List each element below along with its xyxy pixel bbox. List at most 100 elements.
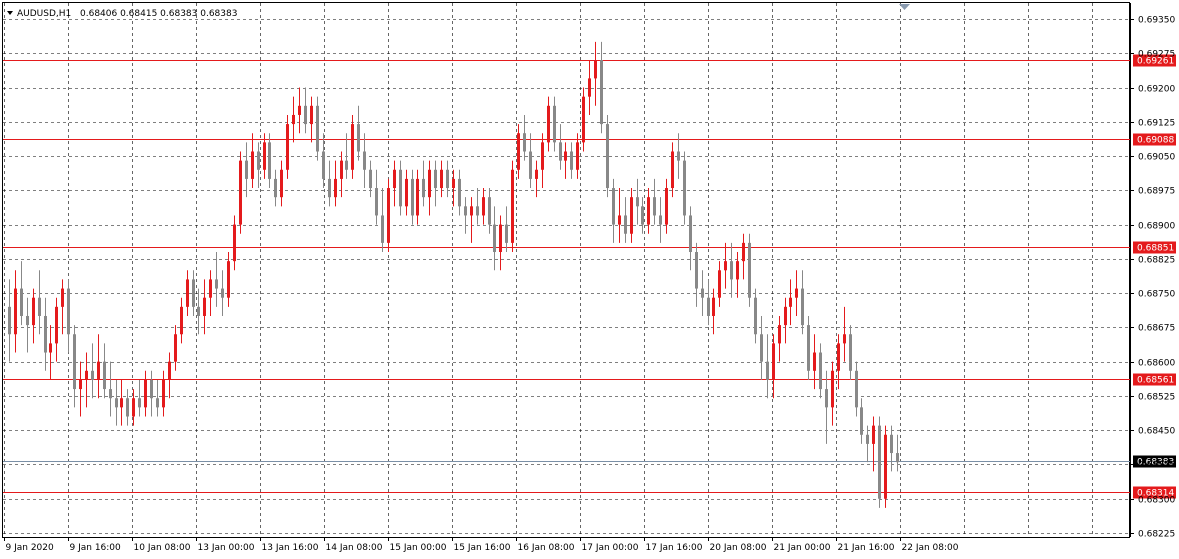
candle-body: [760, 334, 763, 362]
candle-body: [393, 169, 396, 189]
candle-body: [730, 261, 733, 280]
candle-body: [316, 105, 319, 152]
candle-body: [618, 215, 621, 225]
x-tick-label: 21 Jan 00:00: [774, 543, 831, 553]
candle-body: [630, 197, 633, 234]
candle-body: [44, 315, 47, 353]
candle-body: [855, 370, 858, 408]
candle-body: [736, 261, 739, 280]
y-tick-label: 0.69050: [1138, 153, 1175, 163]
candle-body: [162, 379, 165, 408]
y-tick-label: 0.68525: [1138, 393, 1175, 403]
symbol-label: AUDUSD,H1: [17, 9, 71, 19]
y-tick-label: 0.68825: [1138, 256, 1175, 266]
candle-body: [73, 334, 76, 390]
candle-body: [724, 261, 727, 271]
candle-body: [411, 178, 414, 216]
candle-body: [612, 188, 615, 225]
candle-body: [345, 160, 348, 170]
candle-body: [428, 169, 431, 198]
candle-body: [91, 370, 94, 380]
y-tick-label: 0.69275: [1138, 50, 1175, 60]
candle-body: [168, 361, 171, 380]
y-tick-label: 0.68900: [1138, 222, 1175, 232]
candle-body: [215, 279, 218, 289]
candle-body: [766, 361, 769, 380]
candle-body: [434, 169, 437, 189]
candle-body: [718, 270, 721, 298]
candle-body: [85, 370, 88, 380]
candle-body: [55, 306, 58, 344]
candle-body: [535, 169, 538, 179]
candle-body: [286, 124, 289, 170]
x-tick-label: 21 Jan 16:00: [838, 543, 895, 553]
candle-body: [192, 279, 195, 307]
candle-body: [186, 279, 189, 307]
candle-body: [138, 398, 141, 408]
candle-body: [221, 288, 224, 298]
candle-body: [505, 224, 508, 243]
candle-body: [707, 297, 710, 316]
candle-body: [452, 178, 455, 189]
candle-body: [464, 206, 467, 216]
candle-body: [156, 398, 159, 408]
y-tick-label: 0.68375: [1138, 461, 1175, 471]
candle-body: [890, 434, 893, 454]
candle-body: [659, 215, 662, 225]
x-tick-label: 17 Jan 00:00: [582, 543, 639, 553]
candle-body: [274, 178, 277, 198]
x-tick-label: 14 Jan 08:00: [326, 543, 383, 553]
candle-body: [405, 178, 408, 207]
candle-body: [742, 242, 745, 262]
candle-body: [257, 151, 260, 170]
candle-body: [677, 151, 680, 161]
chart-frame: [2, 2, 1130, 538]
candle-body: [239, 160, 242, 225]
candle-body: [624, 215, 627, 234]
candle-body: [292, 114, 295, 125]
x-tick-label: 17 Jan 16:00: [646, 543, 703, 553]
candle-body: [26, 315, 29, 326]
candle-body: [517, 133, 520, 170]
candle-body: [653, 197, 656, 216]
candle-body: [399, 169, 402, 207]
candle-body: [772, 343, 775, 380]
candle-body: [843, 334, 846, 344]
candle-body: [144, 379, 147, 408]
candle-body: [570, 151, 573, 170]
candle-body: [115, 398, 118, 408]
level-label: 0.68851: [1137, 244, 1174, 254]
candle-body: [789, 297, 792, 307]
candle-body: [641, 206, 644, 225]
candle-body: [582, 96, 585, 143]
candle-body: [446, 169, 449, 189]
candle-body: [310, 105, 313, 125]
candle-body: [831, 370, 834, 408]
y-tick-label: 0.68975: [1138, 187, 1175, 197]
candle-body: [268, 142, 271, 179]
ohlc-label: 0.68406 0.68415 0.68383 0.68383: [80, 9, 237, 19]
candle-body: [849, 334, 852, 371]
candle-body: [328, 178, 331, 198]
candle-body: [340, 160, 343, 179]
y-tick-label: 0.68750: [1138, 290, 1175, 300]
candle-body: [363, 151, 366, 170]
candle-body: [351, 124, 354, 170]
candle-body: [588, 78, 591, 97]
price-chart[interactable]: 0.692610.690880.688510.685610.683140.683…: [0, 0, 1179, 559]
candle-body: [866, 434, 869, 444]
candle-body: [458, 178, 461, 207]
candle-body: [203, 297, 206, 316]
candle-body: [109, 389, 112, 399]
candle-body: [748, 242, 751, 298]
y-tick-label: 0.69350: [1138, 16, 1175, 26]
candle-body: [896, 453, 899, 463]
candle-body: [695, 252, 698, 289]
candle-body: [778, 325, 781, 344]
y-tick-label: 0.68675: [1138, 324, 1175, 334]
y-tick-label: 0.69125: [1138, 119, 1175, 129]
candle-body: [227, 261, 230, 298]
y-tick-label: 0.68450: [1138, 427, 1175, 437]
candle-body: [20, 288, 23, 316]
candle-body: [547, 105, 550, 143]
